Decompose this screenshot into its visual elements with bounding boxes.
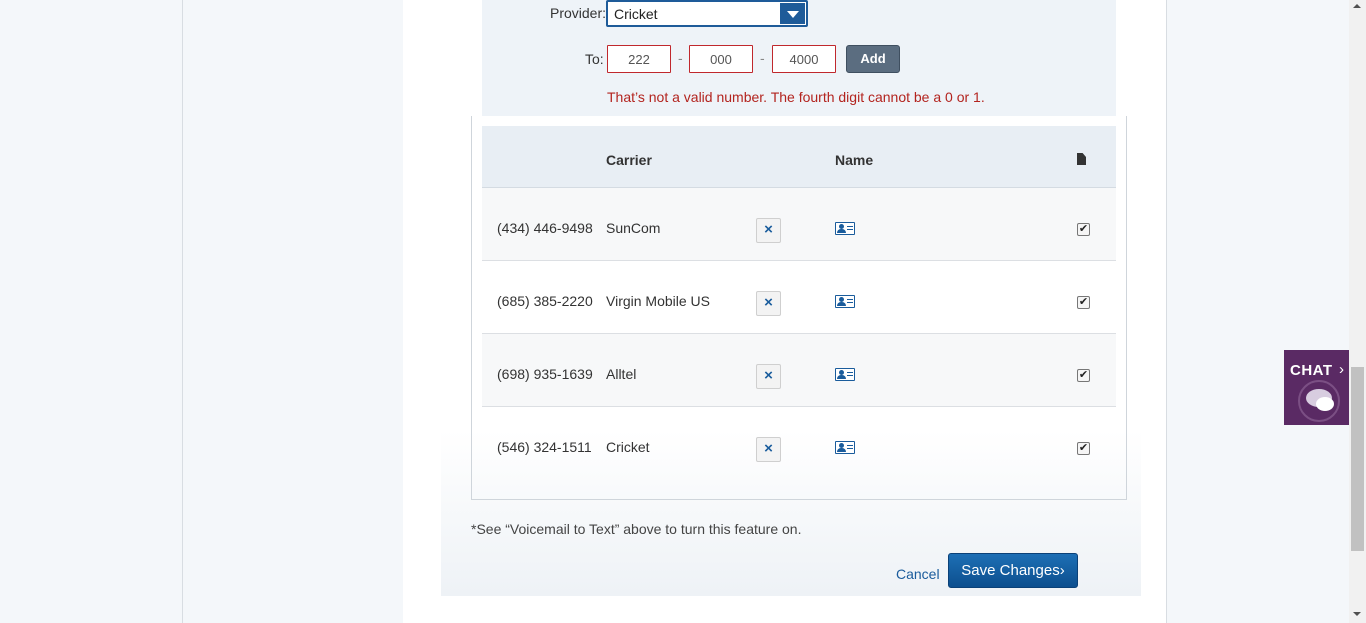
separator: - <box>678 50 683 66</box>
enable-checkbox[interactable]: ✔ <box>1077 296 1090 309</box>
enable-checkbox[interactable]: ✔ <box>1077 223 1090 236</box>
phone-number: (434) 446-9498 <box>497 220 593 236</box>
table-row: (685) 385-2220 Virgin Mobile US × ✔ <box>482 261 1116 334</box>
table-row: (546) 324-1511 Cricket × ✔ <box>482 407 1116 480</box>
line-number-input[interactable] <box>772 45 836 73</box>
separator: - <box>760 50 765 66</box>
contact-card-icon[interactable] <box>835 368 855 381</box>
chat-bubble-icon <box>1316 397 1334 411</box>
phone-number: (546) 324-1511 <box>497 439 592 455</box>
name-header: Name <box>835 152 874 168</box>
enable-checkbox[interactable]: ✔ <box>1077 442 1090 455</box>
carrier-name: Virgin Mobile US <box>606 293 711 309</box>
exchange-input[interactable] <box>689 45 753 73</box>
close-icon[interactable]: × <box>756 437 781 462</box>
provider-value: Cricket <box>614 6 658 22</box>
cancel-link[interactable]: Cancel <box>896 566 940 582</box>
to-label: To: <box>585 51 604 67</box>
provider-label: Provider: <box>550 5 607 21</box>
footnote: *See “Voicemail to Text” above to turn t… <box>471 521 802 537</box>
carrier-name: Alltel <box>606 366 637 382</box>
scroll-thumb[interactable] <box>1351 367 1364 551</box>
save-changes-button[interactable]: Save Changes› <box>948 553 1078 588</box>
chat-widget[interactable]: CHAT › <box>1284 350 1350 425</box>
contact-card-icon[interactable] <box>835 222 855 235</box>
carrier-header: Carrier <box>606 152 652 168</box>
provider-select[interactable]: Cricket <box>606 0 808 27</box>
carrier-name: Cricket <box>606 439 650 455</box>
area-code-input[interactable] <box>607 45 671 73</box>
chat-label: CHAT <box>1290 362 1333 379</box>
chevron-right-icon: › <box>1059 562 1065 579</box>
save-label: Save Changes <box>961 562 1060 579</box>
phone-number: (685) 385-2220 <box>497 293 593 309</box>
close-icon[interactable]: × <box>756 218 781 243</box>
close-icon[interactable]: × <box>756 364 781 389</box>
phone-number: (698) 935-1639 <box>497 366 593 382</box>
scroll-up-arrow-icon[interactable] <box>1353 4 1361 8</box>
table-row: (698) 935-1639 Alltel × ✔ <box>482 334 1116 407</box>
contact-card-icon[interactable] <box>835 441 855 454</box>
chevron-down-icon[interactable] <box>780 3 805 24</box>
add-button[interactable]: Add <box>846 45 900 73</box>
table-row: (434) 446-9498 SunCom × ✔ <box>482 188 1116 261</box>
error-message: That’s not a valid number. The fourth di… <box>607 89 985 105</box>
enable-checkbox[interactable]: ✔ <box>1077 369 1090 382</box>
carrier-name: SunCom <box>606 220 661 236</box>
contact-card-icon[interactable] <box>835 295 855 308</box>
chevron-right-icon: › <box>1339 361 1344 378</box>
table-header <box>482 126 1116 188</box>
scroll-down-arrow-icon[interactable] <box>1353 612 1361 616</box>
close-icon[interactable]: × <box>756 291 781 316</box>
